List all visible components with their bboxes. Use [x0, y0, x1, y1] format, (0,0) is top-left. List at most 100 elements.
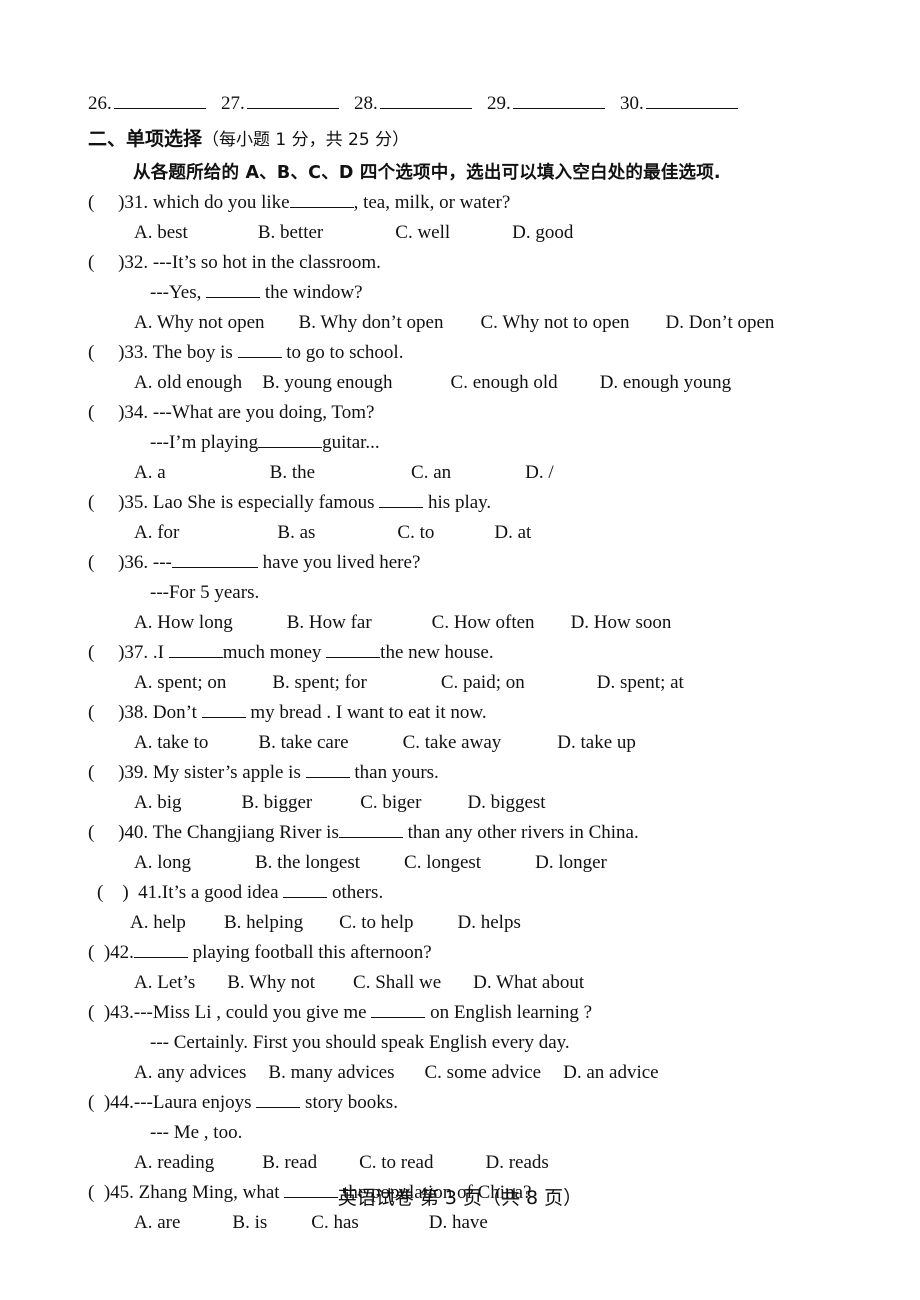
answer-bracket[interactable]: ( )34. — [88, 398, 148, 428]
option-choice[interactable]: A. best — [134, 218, 188, 248]
option-choice[interactable]: D. biggest — [467, 788, 545, 818]
fill-in-blank[interactable] — [133, 944, 188, 958]
fill-in-blank[interactable] — [237, 344, 282, 358]
option-choice[interactable]: A. take to — [134, 728, 208, 758]
option-choice[interactable]: A. Let’s — [134, 968, 195, 998]
stem-text: story books. — [300, 1092, 398, 1113]
fill-in-blank[interactable] — [379, 494, 424, 508]
option-choice[interactable]: C. longest — [404, 848, 481, 878]
option-choice[interactable]: A. help — [130, 908, 186, 938]
answer-bracket[interactable]: ( )40. — [88, 818, 148, 848]
option-row: A. spent; on B. spent; for C. paid; on D. s… — [88, 668, 878, 698]
fill-in-blank[interactable] — [338, 824, 403, 838]
option-choice[interactable]: B. the — [270, 458, 315, 488]
answer-blank-line[interactable] — [113, 94, 206, 109]
option-choice[interactable]: D. good — [512, 218, 573, 248]
answer-bracket[interactable]: ( )37. — [88, 638, 148, 668]
option-choice[interactable]: A. a — [134, 458, 166, 488]
answer-bracket[interactable]: ( )36. — [88, 548, 148, 578]
option-choice[interactable]: B. better — [258, 218, 323, 248]
option-choice[interactable]: C. Shall we — [353, 968, 441, 998]
option-choice[interactable]: D. enough young — [600, 368, 731, 398]
answer-bracket[interactable]: ( )44. — [88, 1088, 134, 1118]
option-choice[interactable]: D. helps — [458, 908, 521, 938]
option-choice[interactable]: D. at — [494, 518, 531, 548]
option-choice[interactable]: C. biger — [360, 788, 421, 818]
fill-in-blank[interactable] — [168, 644, 223, 658]
answer-bracket[interactable]: ( )31. — [88, 188, 148, 218]
fill-in-blank[interactable] — [371, 1004, 426, 1018]
option-choice[interactable]: C. Why not to open — [481, 308, 630, 338]
option-choice[interactable]: C. has — [311, 1208, 359, 1238]
option-choice[interactable]: B. spent; for — [272, 668, 366, 698]
option-choice[interactable]: C. some advice — [425, 1058, 542, 1088]
option-choice[interactable]: A. long — [134, 848, 191, 878]
option-choice[interactable]: C. How often — [432, 608, 535, 638]
option-choice[interactable]: C. enough old — [451, 368, 558, 398]
fill-in-blank[interactable] — [305, 764, 350, 778]
option-choice[interactable]: B. How far — [287, 608, 372, 638]
option-choice[interactable]: C. to help — [339, 908, 413, 938]
option-choice[interactable]: B. the longest — [255, 848, 360, 878]
option-choice[interactable]: A. for — [134, 518, 179, 548]
option-choice[interactable]: D. reads — [485, 1148, 548, 1178]
option-choice[interactable]: B. many advices — [268, 1058, 394, 1088]
option-choice[interactable]: C. take away — [403, 728, 502, 758]
answer-blank-line[interactable] — [512, 94, 605, 109]
option-choice[interactable]: B. Why don’t open — [299, 308, 444, 338]
continuation-text: guitar... — [322, 432, 380, 453]
option-choice[interactable]: C. to read — [359, 1148, 433, 1178]
option-choice[interactable]: B. is — [232, 1208, 267, 1238]
option-choice[interactable]: C. an — [411, 458, 451, 488]
option-choice[interactable]: B. bigger — [242, 788, 313, 818]
option-choice[interactable]: C. to — [397, 518, 434, 548]
option-choice[interactable]: A. big — [134, 788, 182, 818]
answer-blank-line[interactable] — [379, 94, 472, 109]
option-choice[interactable]: B. Why not — [227, 968, 315, 998]
option-choice[interactable]: A. old enough — [134, 368, 242, 398]
option-choice[interactable]: B. as — [277, 518, 315, 548]
answer-bracket[interactable]: ( )42. — [88, 938, 134, 968]
option-choice[interactable]: A. any advices — [134, 1058, 246, 1088]
answer-bracket[interactable]: ( )38. — [88, 698, 148, 728]
fill-in-blank[interactable] — [283, 884, 328, 898]
fill-in-blank[interactable] — [206, 284, 261, 298]
option-choice[interactable]: B. read — [262, 1148, 317, 1178]
answer-blank-line[interactable] — [246, 94, 339, 109]
continuation-text: ---I’m playing — [150, 432, 259, 453]
fill-in-blank[interactable] — [201, 704, 246, 718]
fill-in-blank[interactable] — [326, 644, 381, 658]
option-choice[interactable]: C. paid; on — [441, 668, 525, 698]
option-choice[interactable]: A. How long — [134, 608, 233, 638]
option-choice[interactable]: D. Don’t open — [666, 308, 775, 338]
option-choice[interactable]: D. longer — [535, 848, 607, 878]
answer-bracket[interactable]: ( )39. — [88, 758, 148, 788]
answer-bracket[interactable]: ( )32. — [88, 248, 148, 278]
fill-in-blank[interactable] — [289, 194, 354, 208]
option-choice[interactable]: D. take up — [557, 728, 636, 758]
option-choice[interactable]: D. What about — [473, 968, 584, 998]
option-choice[interactable]: C. well — [395, 218, 450, 248]
fill-in-blank[interactable] — [256, 1094, 301, 1108]
option-choice[interactable]: A. Why not open — [134, 308, 265, 338]
option-choice[interactable]: B. young enough — [262, 368, 392, 398]
answer-bracket[interactable]: ( )43. — [88, 998, 134, 1028]
fill-in-answer-row: 26. 27. 28. 29. 30. — [88, 92, 788, 116]
option-choice[interactable]: D. have — [429, 1208, 488, 1238]
answer-blank-line[interactable] — [645, 94, 738, 109]
option-choice[interactable]: A. spent; on — [134, 668, 226, 698]
option-choice[interactable]: D. an advice — [563, 1058, 658, 1088]
continuation-text: --- Certainly. First you should speak En… — [150, 1032, 570, 1053]
option-choice[interactable]: B. helping — [224, 908, 303, 938]
option-choice[interactable]: A. are — [134, 1208, 180, 1238]
answer-bracket[interactable]: ( )35. — [88, 488, 148, 518]
option-choice[interactable]: D. spent; at — [597, 668, 684, 698]
option-choice[interactable]: D. How soon — [571, 608, 672, 638]
option-choice[interactable]: A. reading — [134, 1148, 214, 1178]
fill-in-blank[interactable] — [171, 554, 258, 568]
answer-bracket[interactable]: ( ) 41. — [97, 878, 162, 908]
fill-in-blank[interactable] — [258, 434, 323, 448]
option-choice[interactable]: D. / — [525, 458, 554, 488]
option-choice[interactable]: B. take care — [258, 728, 348, 758]
answer-bracket[interactable]: ( )33. — [88, 338, 148, 368]
